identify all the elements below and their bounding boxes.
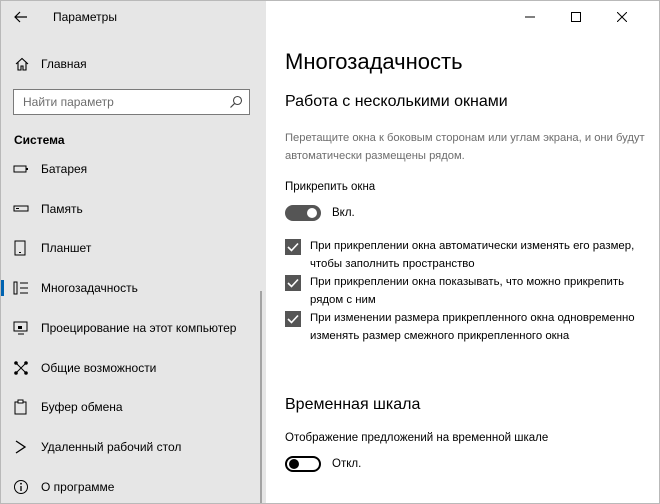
- checkmark-icon: [287, 278, 299, 288]
- checkbox-label: При прикреплении окна показывать, что мо…: [310, 276, 625, 306]
- projecting-icon: [13, 320, 29, 336]
- search-icon[interactable]: [229, 95, 243, 109]
- toggle-knob: [289, 459, 299, 469]
- sidebar-item-shared-experiences[interactable]: Общие возможности: [1, 350, 260, 386]
- sidebar-item-projecting[interactable]: Проецирование на этот компьютер: [1, 310, 260, 346]
- snap-windows-toggle[interactable]: [285, 205, 321, 221]
- snap-description: Перетащите окна к боковым сторонам или у…: [285, 132, 645, 162]
- content-pane: Многозадачность Работа с несколькими окн…: [266, 1, 659, 503]
- battery-icon: [13, 161, 29, 177]
- sidebar-item-label: Многозадачность: [41, 281, 138, 295]
- sidebar-scrollbar[interactable]: [260, 291, 262, 503]
- sidebar-item-label: Общие возможности: [41, 361, 157, 375]
- title-bar: Параметры: [1, 1, 266, 33]
- remote-desktop-icon: [13, 439, 29, 455]
- maximize-button[interactable]: [553, 1, 599, 33]
- snap-toggle-state: Вкл.: [332, 207, 355, 219]
- shared-experiences-icon: [13, 360, 29, 376]
- sidebar-item-clipboard[interactable]: Буфер обмена: [1, 389, 260, 425]
- sidebar: Параметры Главная Система Батарея: [1, 1, 266, 503]
- tablet-icon: [13, 240, 29, 256]
- checkmark-icon: [287, 242, 299, 252]
- sidebar-item-storage[interactable]: Память: [1, 191, 260, 227]
- multitasking-icon: [13, 280, 29, 296]
- checkbox-label: При прикреплении окна автоматически изме…: [310, 240, 635, 270]
- minimize-icon: [525, 16, 535, 18]
- settings-window: Параметры Главная Система Батарея: [0, 0, 660, 504]
- sidebar-item-label: Проецирование на этот компьютер: [41, 321, 237, 335]
- close-button[interactable]: [599, 1, 645, 33]
- storage-icon: [13, 201, 29, 217]
- snap-section-heading: Работа с несколькими окнами: [285, 93, 508, 110]
- maximize-icon: [571, 12, 581, 22]
- home-link[interactable]: Главная: [1, 51, 266, 77]
- search-input[interactable]: [23, 95, 223, 109]
- sidebar-item-label: Буфер обмена: [41, 400, 123, 414]
- clipboard-icon: [13, 399, 29, 415]
- sidebar-item-battery[interactable]: Батарея: [1, 156, 260, 187]
- timeline-toggle-state: Откл.: [332, 458, 362, 470]
- checkbox-checked[interactable]: [285, 275, 301, 291]
- sidebar-item-tablet[interactable]: Планшет: [1, 230, 260, 266]
- sidebar-item-label: Удаленный рабочий стол: [41, 440, 182, 454]
- minimize-button[interactable]: [507, 1, 553, 33]
- home-icon: [14, 56, 30, 72]
- checkbox-checked[interactable]: [285, 239, 301, 255]
- sidebar-nav: Батарея Память Планшет Многозадачность П…: [1, 156, 266, 503]
- snap-toggle-label: Прикрепить окна: [285, 181, 376, 193]
- back-arrow-icon: [14, 11, 27, 23]
- sidebar-item-multitasking[interactable]: Многозадачность: [1, 270, 260, 306]
- timeline-toggle-label: Отображение предложений на временной шка…: [285, 432, 549, 444]
- sidebar-item-label: О программе: [41, 480, 115, 494]
- window-title: Параметры: [53, 10, 117, 24]
- checkbox-checked[interactable]: [285, 311, 301, 327]
- sidebar-item-about[interactable]: О программе: [1, 469, 260, 503]
- home-label: Главная: [41, 57, 87, 71]
- back-button[interactable]: [10, 6, 32, 28]
- timeline-section-heading: Временная шкала: [285, 396, 421, 413]
- info-icon: [13, 479, 29, 495]
- sidebar-item-remote-desktop[interactable]: Удаленный рабочий стол: [1, 429, 260, 465]
- toggle-knob: [307, 208, 317, 218]
- section-title: Система: [14, 133, 65, 147]
- page-title: Многозадачность: [285, 49, 463, 74]
- sidebar-item-label: Планшет: [41, 241, 92, 255]
- checkbox-label: При изменении размера прикрепленного окн…: [310, 312, 635, 342]
- close-icon: [617, 12, 627, 22]
- sidebar-item-label: Батарея: [41, 162, 88, 176]
- timeline-suggestions-toggle[interactable]: [285, 456, 321, 472]
- selection-indicator: [1, 280, 4, 296]
- search-box[interactable]: [13, 89, 250, 115]
- sidebar-item-label: Память: [41, 202, 83, 216]
- checkmark-icon: [287, 314, 299, 324]
